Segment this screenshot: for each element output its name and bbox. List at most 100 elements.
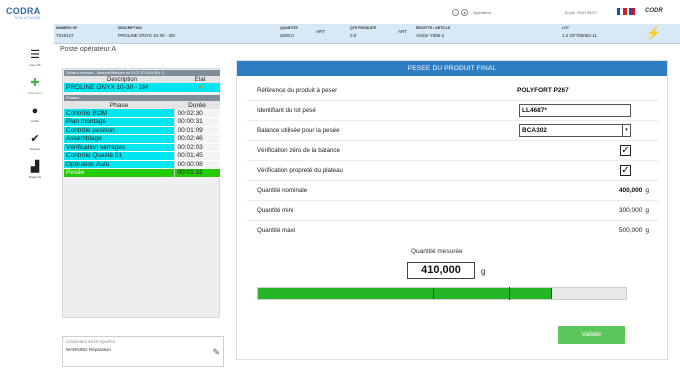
row-product-ref: Référence du produit à peser POLYFORT P2… <box>247 81 659 101</box>
row-min: Quantité mini 300,000 g <box>247 201 659 221</box>
row-clean-check: Vérification propreté du plateau ✓ <box>247 161 659 181</box>
min-label: Quantité mini <box>257 207 294 214</box>
measured-value: 410,000 <box>407 262 475 279</box>
zero-check-checkbox[interactable]: ✓ <box>620 145 631 156</box>
weighing-panel: PESEE DU PRODUIT FINAL Référence du prod… <box>236 60 668 360</box>
gauge-measured-marker <box>509 287 511 300</box>
info-description: DESCRIPTION PROLINE ONYX 10-30 - 2M <box>118 26 175 38</box>
phase-duration: 00:01:45 <box>173 151 220 161</box>
balance-select[interactable]: BCA302 ▾ <box>519 124 631 137</box>
app-logo: CODRA SOLUTIONS <box>6 6 41 20</box>
col-phase: Phase <box>64 101 174 109</box>
row-max: Quantité maxi 500,000 g <box>247 221 659 241</box>
table-row[interactable]: Contrôle Qualité 01 00:01:45 <box>64 151 220 161</box>
product-ref-label: Référence du produit à peser <box>257 87 338 94</box>
sidebar-item-scrap[interactable]: ✔ Rebuts <box>20 128 50 156</box>
min-value: 300,000 <box>618 207 643 214</box>
info-produced-unit: ART <box>398 29 407 34</box>
user-name: Opérateur <box>473 10 492 15</box>
table-row[interactable]: Contrôle BOM 00:02:30 <box>64 109 220 118</box>
table-row[interactable]: Vérification serrages 00:02:03 <box>64 143 220 152</box>
language-flag-icon[interactable] <box>617 8 636 15</box>
measured-unit: g <box>481 267 486 276</box>
list-icon: ☰ <box>30 48 40 61</box>
table-row[interactable]: Assemblage 00:02:46 <box>64 134 220 144</box>
chevron-down-icon[interactable]: ▾ <box>622 125 630 136</box>
product-state-icon: ★ <box>180 83 220 92</box>
phase-name: Vérification serrages <box>64 143 174 152</box>
col-state: Etat <box>180 76 220 83</box>
phase-name: Assemblage <box>64 134 174 144</box>
top-bar: CODRA SOLUTIONS − ● Opérateur 10 juil. 2… <box>0 0 680 24</box>
phase-name: Contrôle Qualité 01 <box>64 151 174 161</box>
minus-icon[interactable]: − <box>452 9 459 16</box>
phase-table: Phase Durée Contrôle BOM 00:02:30 Plan m… <box>64 101 220 178</box>
product-table: Description Etat PROLINE ONYX 10-30 - 2M… <box>64 76 220 92</box>
lot-id-input[interactable] <box>519 104 631 117</box>
sidebar-item-stops[interactable]: ● Arrêts <box>20 100 50 128</box>
clean-check-checkbox[interactable]: ✓ <box>620 165 631 176</box>
shift-instructions-box[interactable]: CONSIGNES INTER EQUIPES WARNING Réparati… <box>62 336 224 367</box>
row-zero-check: Vérification zéro de la balance ✓ <box>247 141 659 161</box>
balance-selected-value: BCA302 <box>522 127 547 134</box>
col-description: Description <box>64 76 180 83</box>
lightning-icon[interactable]: ⚡ <box>646 26 661 40</box>
clean-check-label: Vérification propreté du plateau <box>257 167 343 174</box>
info-of-number: NUMERO OF 7019127 <box>56 26 78 38</box>
sidebar: ☰ Liste OF ✚ Opérations ● Arrêts ✔ Rebut… <box>20 44 50 184</box>
measured-label: Quantité mesurée <box>411 248 463 255</box>
max-value: 500,000 <box>618 227 643 234</box>
info-quantity: QUANTITE 2500.0 <box>280 26 298 38</box>
phase-duration: 00:00:08 <box>173 160 220 169</box>
table-row[interactable]: Plan montage 00:00:31 <box>64 117 220 127</box>
shift-instructions-label: CONSIGNES INTER EQUIPES <box>66 340 116 344</box>
info-lot: LOT 1.2 OF755054-11 <box>562 26 597 38</box>
phase-duration: 00:01:09 <box>173 126 220 135</box>
work-order-panel: Fiches à exécuter - Mesurée/Mesurée du 1… <box>62 68 220 318</box>
plus-icon: ✚ <box>30 76 40 89</box>
row-lot-id: Identifiant du lot pesé <box>247 101 659 121</box>
order-info-bar: NUMERO OF 7019127 DESCRIPTION PROLINE ON… <box>54 24 680 44</box>
stop-icon: ● <box>31 104 39 117</box>
sidebar-item-operations[interactable]: ✚ Opérations <box>20 72 50 100</box>
pencil-icon[interactable]: ✎ <box>212 347 220 358</box>
phase-name: Pesée <box>64 168 174 178</box>
table-row[interactable]: Opération Auto 00:00:08 <box>64 160 220 169</box>
product-row[interactable]: PROLINE ONYX 10-30 - 2M ★ <box>64 83 220 92</box>
validate-button[interactable]: Valider <box>558 326 625 344</box>
nominal-value: 400,000 <box>618 187 643 194</box>
min-value-group: 300,000 g <box>619 207 649 214</box>
nominal-unit: g <box>645 187 649 194</box>
phase-name: Opération Auto <box>64 160 174 169</box>
min-unit: g <box>645 207 649 214</box>
phase-duration: 00:00:31 <box>173 117 220 127</box>
brand-logo: CODR <box>645 8 663 14</box>
phase-name: Plan montage <box>64 117 174 127</box>
sidebar-item-of-list[interactable]: ☰ Liste OF <box>20 44 50 72</box>
max-value-group: 500,000 g <box>619 227 649 234</box>
scrap-icon: ✔ <box>30 132 40 145</box>
chart-icon: ▟ <box>30 160 40 173</box>
zero-check-label: Vérification zéro de la balance <box>257 147 340 154</box>
table-row[interactable]: Contrôle position 00:01:09 <box>64 126 220 135</box>
phase-duration: 00:01:31 <box>173 168 220 178</box>
sidebar-item-reports[interactable]: ▟ Rapports <box>20 156 50 184</box>
current-date: 10 juil. 2020 09:07 <box>564 10 597 15</box>
phase-duration: 00:02:03 <box>173 143 220 152</box>
info-recipe: RECETTE / ARTICLE Article Y595-2 <box>416 26 451 38</box>
max-unit: g <box>645 227 649 234</box>
row-nominal: Quantité nominale 400,000 g <box>247 181 659 201</box>
page-title: Poste opérateur A <box>60 46 117 53</box>
product-ref-value: POLYFORT P267 <box>517 87 569 94</box>
panel-title: PESEE DU PRODUIT FINAL <box>237 61 667 76</box>
lot-id-label: Identifiant du lot pesé <box>257 107 316 114</box>
info-produced: QTE PRODUITE 0.0 <box>350 26 377 38</box>
phase-name: Contrôle position <box>64 126 174 135</box>
product-name: PROLINE ONYX 10-30 - 2M <box>64 83 180 92</box>
info-quantity-unit: ART <box>316 29 325 34</box>
top-icons: − ● Opérateur <box>452 9 491 16</box>
phase-name: Contrôle BOM <box>64 109 174 118</box>
table-row-current[interactable]: Pesée 00:01:31 <box>64 168 220 178</box>
weight-gauge <box>257 287 627 300</box>
user-icon[interactable]: ● <box>461 9 468 16</box>
